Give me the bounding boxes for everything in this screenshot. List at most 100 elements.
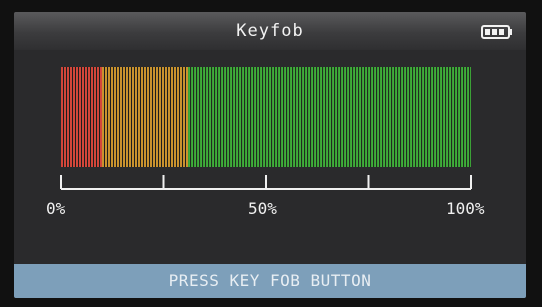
meter-stripe [368,67,371,167]
meter-stripe [79,67,81,167]
meter-stripe [320,67,323,167]
meter-stripe [126,67,128,167]
meter-stripe [188,67,191,167]
meter-stripe [111,67,113,167]
meter-stripe [76,67,78,167]
meter-stripe [335,67,338,167]
meter-stripe [329,67,332,167]
meter-stripe [102,67,104,167]
title-bar: Keyfob [14,12,526,50]
meter-stripe [464,67,467,167]
meter-stripe [85,67,87,167]
page-title: Keyfob [236,21,304,41]
meter-stripe [413,67,416,167]
meter-stripe [338,67,341,167]
meter-stripe [97,67,99,167]
meter-stripe [233,67,236,167]
meter-stripe [129,67,131,167]
meter-stripe [434,67,437,167]
meter-stripe [272,67,275,167]
meter-stripe [299,67,302,167]
meter-stripe [73,67,75,167]
meter-stripe [206,67,209,167]
meter-stripe [287,67,290,167]
scale-label-100: 100% [446,199,485,218]
meter-stripe [194,67,197,167]
meter-stripe [302,67,305,167]
meter-stripe [401,67,404,167]
meter-stripe [344,67,347,167]
meter-stripe [230,67,233,167]
meter-stripe [398,67,401,167]
meter-stripe [165,67,167,167]
meter-stripe [305,67,308,167]
meter-stripe [100,67,102,167]
meter-stripe [392,67,395,167]
meter-stripe [371,67,374,167]
battery-icon [481,25,512,39]
meter-stripe [61,67,63,167]
meter-stripe [269,67,272,167]
meter-stripe [117,67,119,167]
signal-meter [61,67,471,167]
scale-label-50: 50% [248,199,277,218]
meter-stripe [120,67,122,167]
meter-stripe [156,67,158,167]
meter-stripe [153,67,155,167]
meter-stripe [177,67,179,167]
meter-stripe [132,67,134,167]
meter-stripe [281,67,284,167]
meter-stripe [365,67,368,167]
meter-stripe [284,67,287,167]
meter-stripe [449,67,452,167]
device-frame: Keyfob 0% 50% 100% PRESS KEY FOB BUTTON [0,0,542,307]
meter-stripe [171,67,173,167]
meter-stripe [221,67,224,167]
scale-label-0: 0% [46,199,66,218]
meter-stripe [311,67,314,167]
meter-stripe [446,67,449,167]
meter-stripe [386,67,389,167]
meter-stripe [236,67,239,167]
meter-stripe [114,67,116,167]
meter-stripe [377,67,380,167]
meter-stripe [467,67,470,167]
meter-stripe [347,67,350,167]
meter-stripe [123,67,125,167]
meter-stripe [275,67,278,167]
meter-stripe [389,67,392,167]
meter-stripe [362,67,365,167]
meter-stripe [407,67,410,167]
meter-stripe [108,67,110,167]
meter-stripe [212,67,215,167]
meter-stripe [455,67,458,167]
meter-stripe [419,67,422,167]
meter-stripe [263,67,266,167]
meter-zone-low [61,67,102,167]
meter-stripe [242,67,245,167]
meter-stripe [296,67,299,167]
meter-stripe [341,67,344,167]
signal-meter-bars [61,67,471,167]
meter-stripe [458,67,461,167]
meter-stripe [254,67,257,167]
meter-stripe [359,67,362,167]
meter-stripe [224,67,227,167]
meter-stripe [197,67,200,167]
meter-stripe [141,67,143,167]
meter-stripe [105,67,107,167]
meter-stripe [203,67,206,167]
meter-stripe [425,67,428,167]
meter-stripe [356,67,359,167]
meter-stripe [162,67,164,167]
meter-stripe [215,67,218,167]
meter-stripe [239,67,242,167]
meter-stripe [159,67,161,167]
percent-scale [60,175,472,190]
meter-stripe [350,67,353,167]
meter-stripe [437,67,440,167]
meter-stripe [91,67,93,167]
meter-stripe [245,67,248,167]
meter-stripe [332,67,335,167]
meter-stripe [470,67,471,167]
